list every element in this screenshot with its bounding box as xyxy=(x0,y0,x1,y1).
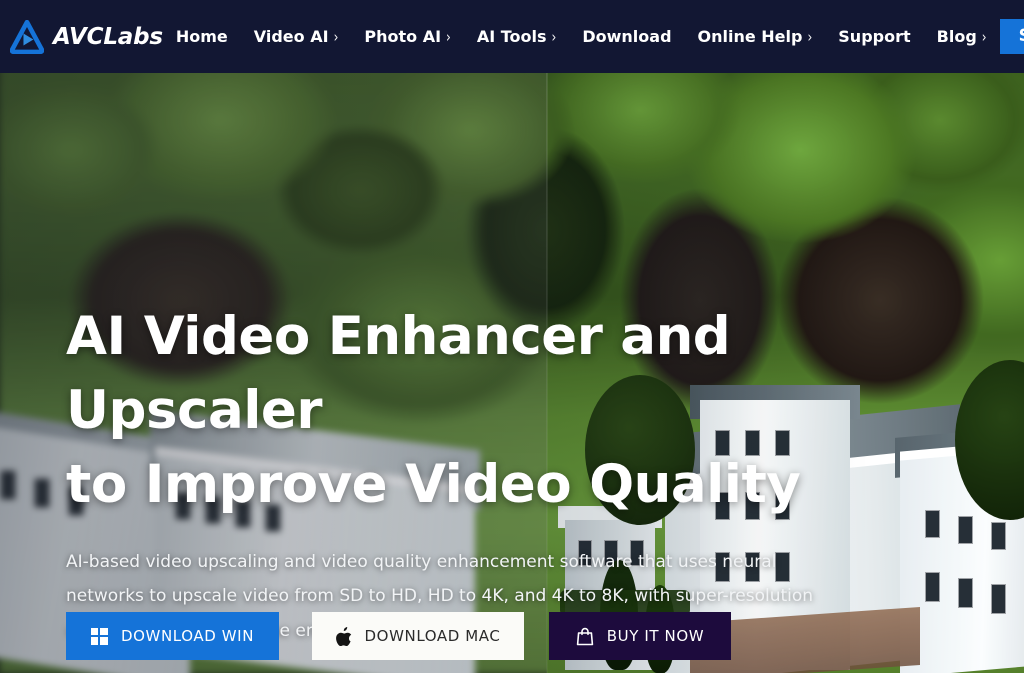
nav-item-label: Blog xyxy=(936,27,977,46)
chevron-right-icon: › xyxy=(551,27,557,46)
nav-item-ai-tools[interactable]: AI Tools › xyxy=(464,0,570,73)
nav-item-support[interactable]: Support xyxy=(825,0,923,73)
avclabs-triangle-play-logo-icon xyxy=(9,19,45,54)
page-title: AI Video Enhancer and Upscaler to Improv… xyxy=(66,300,906,523)
buy-it-now-button[interactable]: BUY IT NOW xyxy=(549,612,731,660)
nav-item-label: Video AI xyxy=(253,27,329,46)
nav-item-label: Photo AI xyxy=(364,27,442,46)
hero-copy-block: AI Video Enhancer and Upscaler to Improv… xyxy=(66,300,906,649)
nav-item-online-help[interactable]: Online Help › xyxy=(685,0,826,73)
download-mac-button[interactable]: DOWNLOAD MAC xyxy=(312,612,524,660)
site-header: AVCLabs Home Video AI › Photo AI › AI To… xyxy=(0,0,1024,73)
download-mac-label: DOWNLOAD MAC xyxy=(364,627,501,645)
nav-item-label: Online Help xyxy=(697,27,803,46)
primary-navigation: Home Video AI › Photo AI › AI Tools › Do… xyxy=(163,0,1000,73)
nav-item-label: Support xyxy=(838,27,911,46)
nav-item-home[interactable]: Home xyxy=(163,0,241,73)
nav-item-download[interactable]: Download xyxy=(569,0,684,73)
page-root: AVCLabs Home Video AI › Photo AI › AI To… xyxy=(0,0,1024,673)
headline-line-2: to Improve Video Quality xyxy=(66,454,801,516)
buy-it-now-label: BUY IT NOW xyxy=(606,627,705,645)
chevron-right-icon: › xyxy=(446,27,451,46)
brand-logo-link[interactable]: AVCLabs xyxy=(9,19,163,54)
nav-item-label: AI Tools xyxy=(476,27,547,46)
apple-icon xyxy=(335,626,352,646)
chevron-right-icon: › xyxy=(333,27,339,46)
chevron-right-icon: › xyxy=(981,27,987,46)
shopping-bag-icon xyxy=(576,627,594,646)
headline-line-1: AI Video Enhancer and Upscaler xyxy=(66,306,731,442)
download-win-label: DOWNLOAD WIN xyxy=(120,627,255,645)
nav-item-label: Home xyxy=(175,27,228,46)
windows-icon xyxy=(90,627,108,645)
nav-item-video-ai[interactable]: Video AI › xyxy=(241,0,352,73)
brand-name: AVCLabs xyxy=(53,23,163,50)
nav-item-label: Download xyxy=(582,27,672,46)
download-win-button[interactable]: DOWNLOAD WIN xyxy=(66,612,279,660)
nav-item-photo-ai[interactable]: Photo AI › xyxy=(351,0,463,73)
store-button[interactable]: Store xyxy=(999,19,1024,54)
cta-button-row: DOWNLOAD WIN DOWNLOAD MAC BUY IT NOW xyxy=(66,612,731,660)
nav-item-blog[interactable]: Blog › xyxy=(924,0,1000,73)
chevron-right-icon: › xyxy=(807,27,813,46)
